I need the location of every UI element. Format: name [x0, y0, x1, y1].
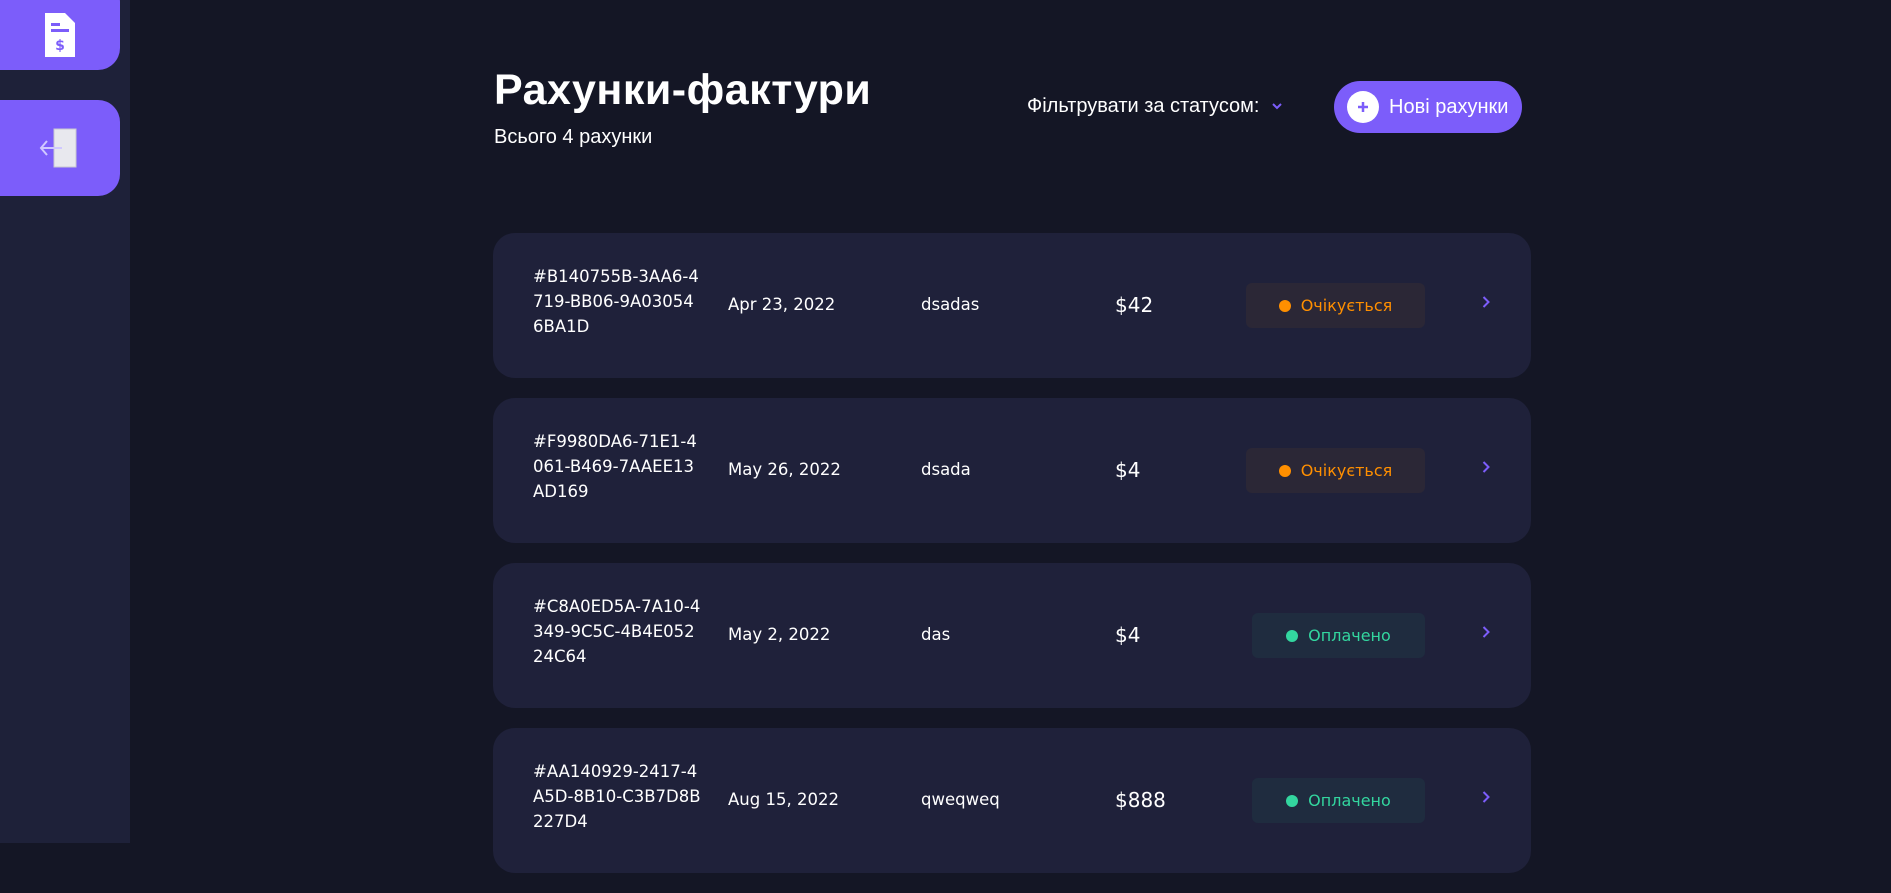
invoice-amount: $4	[1115, 458, 1140, 482]
invoice-amount: $888	[1115, 788, 1166, 812]
invoice-id: #C8A0ED5A-7A10-4349-9C5C-4B4E05224C64	[533, 594, 703, 669]
invoice-id: #AA140929-2417-4A5D-8B10-C3B7D8B227D4	[533, 759, 703, 834]
status-dot-icon	[1279, 300, 1291, 312]
status-badge: Очікується	[1246, 283, 1425, 328]
chevron-right-icon[interactable]	[1482, 461, 1490, 473]
page-title: Рахунки-фактури	[494, 66, 871, 115]
invoice-id: #B140755B-3AA6-4719-BB06-9A030546BA1D	[533, 264, 703, 339]
invoice-row[interactable]: #AA140929-2417-4A5D-8B10-C3B7D8B227D4 Au…	[493, 728, 1531, 873]
status-filter-dropdown[interactable]: Фільтрувати за статусом:	[1027, 95, 1282, 118]
invoices-nav-button[interactable]: $	[0, 0, 120, 70]
logout-button[interactable]	[0, 100, 120, 196]
chevron-down-icon	[1272, 103, 1282, 110]
status-badge: Очікується	[1246, 448, 1425, 493]
invoice-row[interactable]: #F9980DA6-71E1-4061-B469-7AAEE13AD169 Ma…	[493, 398, 1531, 543]
invoice-list: #B140755B-3AA6-4719-BB06-9A030546BA1D Ap…	[493, 233, 1531, 893]
main-content: Рахунки-фактури Всього 4 рахунки Фільтру…	[130, 0, 1891, 843]
invoice-client: das	[921, 625, 950, 644]
invoice-date: Aug 15, 2022	[728, 790, 839, 809]
invoice-row[interactable]: #B140755B-3AA6-4719-BB06-9A030546BA1D Ap…	[493, 233, 1531, 378]
chevron-right-icon[interactable]	[1482, 626, 1490, 638]
filter-label: Фільтрувати за статусом:	[1027, 95, 1260, 118]
invoice-row[interactable]: #C8A0ED5A-7A10-4349-9C5C-4B4E05224C64 Ma…	[493, 563, 1531, 708]
status-dot-icon	[1286, 795, 1298, 807]
new-invoice-label: Нові рахунки	[1389, 96, 1508, 119]
invoice-client: dsada	[921, 460, 971, 479]
status-label: Оплачено	[1308, 626, 1391, 645]
chevron-right-icon[interactable]	[1482, 296, 1490, 308]
invoice-client: dsadas	[921, 295, 979, 314]
sidebar: $	[0, 0, 130, 843]
invoice-date: May 2, 2022	[728, 625, 830, 644]
status-label: Очікується	[1301, 461, 1393, 480]
invoice-amount: $42	[1115, 293, 1153, 317]
status-dot-icon	[1279, 465, 1291, 477]
invoice-client: qweqweq	[921, 790, 1000, 809]
invoice-date: May 26, 2022	[728, 460, 841, 479]
status-badge: Оплачено	[1252, 778, 1425, 823]
invoice-count: Всього 4 рахунки	[494, 126, 652, 149]
svg-text:$: $	[55, 38, 65, 54]
chevron-right-icon[interactable]	[1482, 791, 1490, 803]
status-label: Оплачено	[1308, 791, 1391, 810]
invoice-amount: $4	[1115, 623, 1140, 647]
invoice-dollar-icon: $	[45, 13, 75, 57]
new-invoice-button[interactable]: Нові рахунки	[1334, 81, 1522, 133]
status-dot-icon	[1286, 630, 1298, 642]
status-badge: Оплачено	[1252, 613, 1425, 658]
logout-door-icon	[38, 128, 82, 168]
invoice-id: #F9980DA6-71E1-4061-B469-7AAEE13AD169	[533, 429, 703, 504]
status-label: Очікується	[1301, 296, 1393, 315]
invoice-date: Apr 23, 2022	[728, 295, 835, 314]
plus-icon	[1347, 91, 1379, 123]
